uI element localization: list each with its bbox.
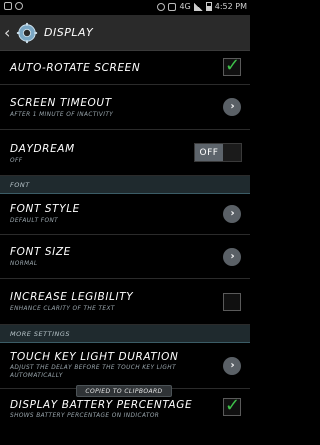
font-style-chevron-icon[interactable]: › — [223, 205, 241, 223]
section-header-font: Font — [0, 176, 250, 194]
row-increase-legibility[interactable]: Increase legibility Enhance clarity of t… — [0, 279, 250, 325]
toggle-off-label: OFF — [195, 144, 223, 161]
auto-rotate-checkbox[interactable]: ✓ — [223, 55, 241, 76]
clock-label: 4:52 PM — [214, 2, 247, 11]
network-type-label: 4G — [179, 2, 191, 11]
row-touch-key-light[interactable]: Touch key light duration Adjust the dela… — [0, 343, 250, 389]
status-bar: 4G 4:52 PM — [0, 0, 250, 15]
row-daydream[interactable]: Daydream Off OFF — [0, 130, 250, 176]
font-size-chevron-icon[interactable]: › — [223, 248, 241, 266]
row-sub: Off — [10, 158, 23, 164]
touch-key-light-chevron-icon[interactable]: › — [223, 357, 241, 375]
row-sub: Shows battery percentage on indicator — [10, 413, 160, 419]
section-header-more-settings: More settings — [0, 325, 250, 343]
sync-icon — [15, 2, 23, 10]
battery-percentage-checkbox[interactable]: ✓ — [223, 395, 241, 416]
settings-list: Auto-rotate screen ✓ Screen timeout Afte… — [0, 51, 250, 425]
row-screen-timeout[interactable]: Screen timeout After 1 minute of inactiv… — [0, 85, 250, 130]
row-label: Daydream — [10, 143, 75, 155]
section-label: Font — [10, 181, 30, 189]
row-label: Font style — [10, 203, 80, 215]
page-title: Display — [44, 26, 94, 39]
gear-icon[interactable] — [16, 22, 38, 44]
row-font-size[interactable]: Font size Normal › — [0, 235, 250, 279]
battery-icon — [205, 2, 212, 11]
row-label: Touch key light duration — [10, 351, 179, 363]
bluetooth-icon — [157, 2, 166, 11]
section-label: More settings — [10, 330, 71, 338]
notification-icon — [4, 2, 12, 10]
row-label: Auto-rotate screen — [10, 62, 141, 74]
status-left-icons — [4, 2, 23, 10]
row-sub: Enhance clarity of the text — [10, 306, 115, 312]
action-bar: ‹ Display — [0, 15, 250, 51]
signal-icon — [193, 2, 203, 11]
row-sub: Normal — [10, 261, 38, 267]
row-auto-rotate[interactable]: Auto-rotate screen ✓ — [0, 51, 250, 85]
wifi-icon — [168, 2, 177, 11]
row-sub: Adjust the delay before the touch key li… — [10, 365, 177, 371]
checkmark-icon: ✓ — [225, 55, 241, 76]
row-label: Increase legibility — [10, 291, 134, 303]
row-label: Font size — [10, 246, 71, 258]
back-icon[interactable]: ‹ — [4, 24, 14, 41]
checkmark-icon: ✓ — [225, 395, 241, 416]
row-sub: After 1 minute of inactivity — [10, 112, 114, 118]
row-label: Display battery percentage — [10, 399, 193, 411]
toast-copied: Copied to clipboard — [76, 385, 172, 397]
increase-legibility-checkbox[interactable] — [223, 293, 241, 311]
status-right-icons: 4G 4:52 PM — [157, 2, 247, 11]
row-font-style[interactable]: Font style Default font › — [0, 194, 250, 235]
row-sub-2: automatically — [10, 373, 63, 379]
daydream-toggle[interactable]: OFF — [194, 143, 242, 162]
row-sub: Default font — [10, 218, 59, 224]
screen-timeout-chevron-icon[interactable]: › — [223, 98, 241, 116]
row-label: Screen timeout — [10, 97, 112, 109]
